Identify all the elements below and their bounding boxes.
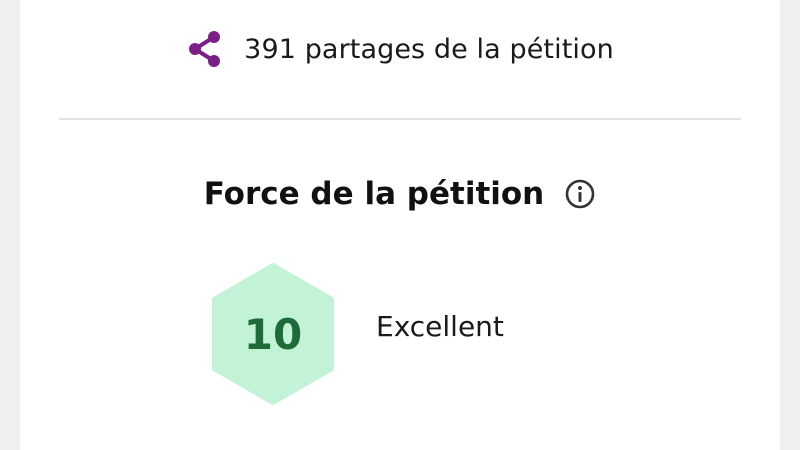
share-icon[interactable] (186, 30, 224, 68)
info-icon[interactable] (564, 178, 596, 210)
strength-rating-label: Excellent (376, 310, 504, 343)
petition-strength-title: Force de la pétition (203, 176, 545, 212)
petition-card: 391 partages de la pétition Force de la … (20, 0, 780, 450)
strength-score-value: 10 (243, 309, 303, 359)
section-divider (59, 118, 741, 120)
petition-strength-header: Force de la pétition (20, 166, 780, 222)
share-count-text[interactable]: 391 partages de la pétition (244, 34, 614, 65)
share-count-row[interactable]: 391 partages de la pétition (20, 22, 780, 76)
strength-score-badge: 10 (211, 263, 335, 405)
